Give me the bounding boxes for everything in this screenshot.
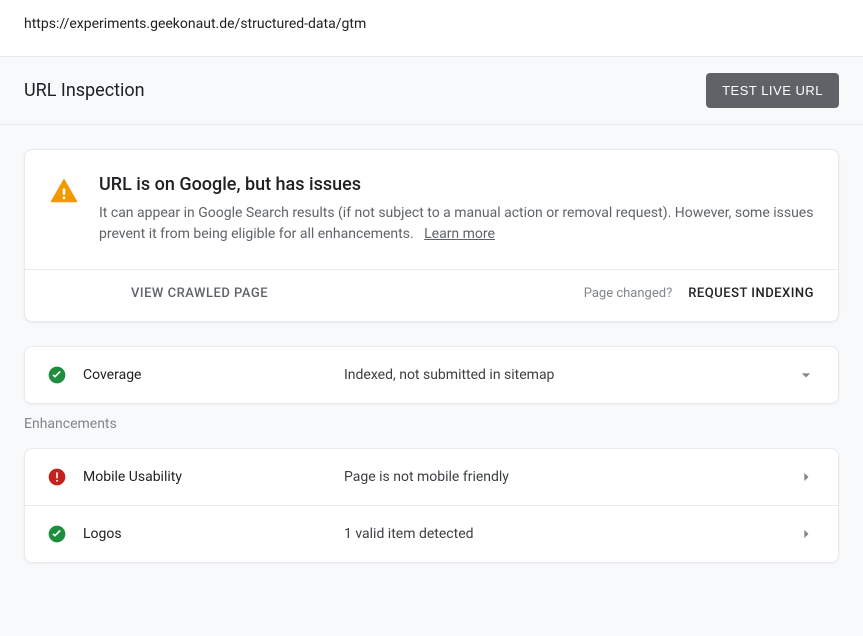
coverage-label: Coverage bbox=[83, 367, 328, 383]
check-circle-icon bbox=[47, 524, 67, 544]
logos-label: Logos bbox=[83, 526, 328, 542]
status-text: URL is on Google, but has issues It can … bbox=[99, 174, 814, 245]
url-text: https://experiments.geekonaut.de/structu… bbox=[24, 16, 366, 32]
chevron-right-icon bbox=[796, 467, 816, 487]
coverage-row[interactable]: Coverage Indexed, not submitted in sitem… bbox=[25, 347, 838, 403]
footer-actions: Page changed? REQUEST INDEXING bbox=[584, 286, 814, 301]
status-title: URL is on Google, but has issues bbox=[99, 174, 814, 195]
test-live-url-button[interactable]: TEST LIVE URL bbox=[706, 73, 839, 108]
check-circle-icon bbox=[47, 365, 67, 385]
status-card-footer: VIEW CRAWLED PAGE Page changed? REQUEST … bbox=[25, 269, 838, 321]
page-changed-label: Page changed? bbox=[584, 286, 673, 301]
request-indexing-button[interactable]: REQUEST INDEXING bbox=[688, 286, 814, 301]
status-card-body: URL is on Google, but has issues It can … bbox=[25, 150, 838, 269]
status-card: URL is on Google, but has issues It can … bbox=[24, 149, 839, 322]
coverage-card: Coverage Indexed, not submitted in sitem… bbox=[24, 346, 839, 404]
enhancements-section-label: Enhancements bbox=[24, 416, 839, 432]
mobile-usability-label: Mobile Usability bbox=[83, 469, 328, 485]
url-input-bar[interactable]: https://experiments.geekonaut.de/structu… bbox=[0, 0, 863, 57]
view-crawled-page-button[interactable]: VIEW CRAWLED PAGE bbox=[131, 286, 268, 301]
page-title: URL Inspection bbox=[24, 80, 145, 101]
warning-triangle-icon bbox=[49, 176, 79, 206]
enhancements-card: Mobile Usability Page is not mobile frie… bbox=[24, 448, 839, 563]
mobile-usability-row[interactable]: Mobile Usability Page is not mobile frie… bbox=[25, 449, 838, 505]
header: URL Inspection TEST LIVE URL bbox=[0, 57, 863, 125]
mobile-usability-value: Page is not mobile friendly bbox=[344, 469, 780, 485]
error-circle-icon bbox=[47, 467, 67, 487]
status-description: It can appear in Google Search results (… bbox=[99, 203, 814, 245]
chevron-right-icon bbox=[796, 524, 816, 544]
learn-more-link[interactable]: Learn more bbox=[424, 226, 495, 242]
logos-value: 1 valid item detected bbox=[344, 526, 780, 542]
coverage-value: Indexed, not submitted in sitemap bbox=[344, 367, 780, 383]
logos-row[interactable]: Logos 1 valid item detected bbox=[25, 505, 838, 562]
content-area: URL is on Google, but has issues It can … bbox=[0, 125, 863, 599]
chevron-down-icon bbox=[796, 365, 816, 385]
